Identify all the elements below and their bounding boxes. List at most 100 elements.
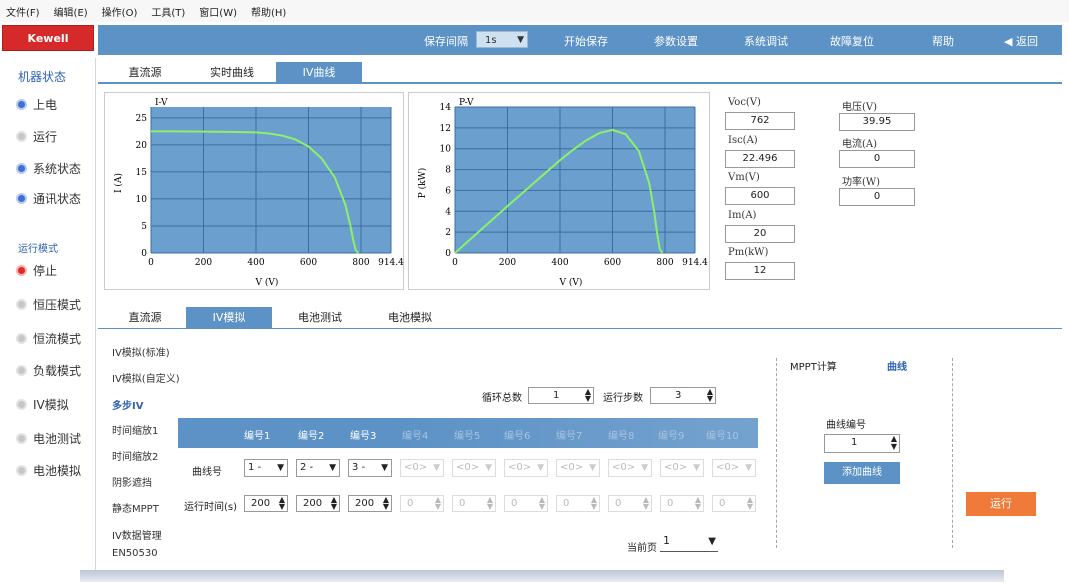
pv-x-axis-label: V (V) <box>559 277 583 288</box>
loop-total-spinner[interactable]: 1 ▲ ▼ <box>528 387 594 404</box>
menu-time-scale-2[interactable]: 时间缩放2 <box>112 448 158 463</box>
tab-battery-test[interactable]: 电池测试 <box>280 307 360 329</box>
iv-chart: 25 20 15 10 5 00 200 400 600 800 914.4 I-V V (V) I… <box>113 98 404 288</box>
tab-iv-sim[interactable]: IV模拟 <box>186 307 272 329</box>
save-interval-select[interactable]: 1s ▼ <box>476 31 528 48</box>
time-spinner-4[interactable]: 0 ▲ ▼ <box>400 495 444 512</box>
x-tick-label: 400 <box>551 258 568 268</box>
tab-iv-curve[interactable]: IV曲线 <box>276 62 362 84</box>
y-tick-label: 12 <box>440 124 451 134</box>
radio-icon <box>16 333 27 344</box>
run-steps-spinner[interactable]: 3 ▲ ▼ <box>650 387 716 404</box>
time-spinner-2[interactable]: 200 ▲ ▼ <box>296 495 340 512</box>
run-button[interactable]: 运行 <box>966 492 1036 516</box>
bottom-tabs: 直流源 IV模拟 电池测试 电池模拟 <box>98 307 1062 329</box>
chevron-down-icon: ▼ <box>589 463 596 473</box>
grid-header-cell: 编号10 <box>706 431 739 442</box>
mode-stop[interactable]: 停止 <box>16 262 57 279</box>
time-spinner-10[interactable]: 0 ▲ ▼ <box>712 495 756 512</box>
menu-file[interactable]: 文件(F) <box>6 4 40 19</box>
mode-cv[interactable]: 恒压模式 <box>16 296 81 313</box>
menu-edit[interactable]: 编辑(E) <box>54 4 88 19</box>
curve-select-1[interactable]: 1 - ▼ <box>244 459 288 477</box>
menu-en50530[interactable]: EN50530 <box>112 548 158 559</box>
spin-arrows-icon: ▲ ▼ <box>590 495 597 511</box>
time-spinner-7[interactable]: 0 ▲ ▼ <box>556 495 600 512</box>
time-spinner-9[interactable]: 0 ▲ ▼ <box>660 495 704 512</box>
mode-battery-sim[interactable]: 电池模拟 <box>16 462 81 479</box>
curve-select-2[interactable]: 2 - ▼ <box>296 459 340 477</box>
curve-no-spinner[interactable]: 1 ▲ ▼ <box>824 434 900 453</box>
tab-dc-source[interactable]: 直流源 <box>110 62 180 84</box>
pv-plot-area <box>455 107 695 253</box>
curve-select-9[interactable]: <0> ▼ <box>660 459 704 477</box>
menu-time-scale-1[interactable]: 时间缩放1 <box>112 422 158 437</box>
iv-chart-panel: 25 20 15 10 5 0 0 200 400 600 800 914.4 I-V V (V) I… <box>104 92 404 290</box>
curve-select-10[interactable]: <0> ▼ <box>712 459 756 477</box>
iv-plot-area <box>151 107 391 253</box>
x-tick-label: 400 <box>247 258 264 268</box>
current-page-select[interactable]: 1 ▼ <box>660 534 718 552</box>
menu-bar: 文件(F) 编辑(E) 操作(O) 工具(T) 窗口(W) 帮助(H) <box>0 0 1069 22</box>
tab-dc-source-2[interactable]: 直流源 <box>110 307 180 329</box>
y-tick-label: 2 <box>445 228 451 238</box>
time-spinner-3[interactable]: 200 ▲ ▼ <box>348 495 392 512</box>
spin-arrows-icon: ▲ ▼ <box>434 495 441 511</box>
menu-multi-step-iv[interactable]: 多步IV <box>112 397 143 412</box>
curve-select-7[interactable]: <0> ▼ <box>556 459 600 477</box>
time-spinner-8[interactable]: 0 ▲ ▼ <box>608 495 652 512</box>
y-tick-label: 0 <box>445 249 451 259</box>
curve-select-3[interactable]: 3 - ▼ <box>348 459 392 477</box>
status-dot-icon <box>16 163 27 174</box>
curve-select-5[interactable]: <0> ▼ <box>452 459 496 477</box>
time-spinner-5[interactable]: 0 ▲ ▼ <box>452 495 496 512</box>
menu-window[interactable]: 窗口(W) <box>199 4 237 19</box>
mppt-divider-right <box>952 358 953 548</box>
pm-label: Pm(kW) <box>728 247 769 258</box>
menu-help[interactable]: 帮助(H) <box>251 4 286 19</box>
menu-iv-custom[interactable]: IV模拟(自定义) <box>112 370 180 385</box>
time-spinner-6[interactable]: 0 ▲ ▼ <box>504 495 548 512</box>
y-tick-label: 14 <box>440 103 452 113</box>
mode-iv-sim[interactable]: IV模拟 <box>16 396 69 413</box>
menu-static-mppt[interactable]: 静态MPPT <box>112 500 159 515</box>
mode-cc[interactable]: 恒流模式 <box>16 330 81 347</box>
vm-value: 600 <box>725 187 795 205</box>
grid-header-cell: 编号3 <box>350 431 377 442</box>
tab-battery-sim[interactable]: 电池模拟 <box>370 307 450 329</box>
menu-tools[interactable]: 工具(T) <box>151 4 185 19</box>
save-interval-label: 保存间隔 <box>424 35 468 48</box>
vm-label: Vm(V) <box>728 172 760 183</box>
menu-iv-standard[interactable]: IV模拟(标准) <box>112 344 170 359</box>
y-tick-label: 0 <box>141 249 147 259</box>
curve-select-8[interactable]: <0> ▼ <box>608 459 652 477</box>
grid-header-cell: 编号1 <box>244 431 271 442</box>
isc-value: 22.496 <box>725 150 795 168</box>
chevron-down-icon: ▼ <box>708 536 716 547</box>
spin-arrows-icon: ▲ ▼ <box>890 434 897 451</box>
param-settings-button[interactable]: 参数设置 <box>654 33 698 49</box>
menu-operate[interactable]: 操作(O) <box>102 4 138 19</box>
help-button[interactable]: 帮助 <box>932 33 954 49</box>
y-tick-label: 20 <box>136 141 148 151</box>
tab-realtime-curve[interactable]: 实时曲线 <box>192 62 272 84</box>
system-debug-button[interactable]: 系统调试 <box>744 33 788 49</box>
menu-shading[interactable]: 阴影遮挡 <box>112 474 152 489</box>
start-save-button[interactable]: 开始保存 <box>564 33 608 49</box>
mppt-curve-link[interactable]: 曲线 <box>887 358 907 373</box>
menu-iv-data-mgmt[interactable]: IV数据管理 <box>112 527 162 542</box>
curve-select-6[interactable]: <0> ▼ <box>504 459 548 477</box>
current-label: 电流(A) <box>842 139 878 150</box>
fault-reset-button[interactable]: 故障复位 <box>830 33 874 49</box>
time-spinner-1[interactable]: 200 ▲ ▼ <box>244 495 288 512</box>
voltage-label: 电压(V) <box>842 102 878 113</box>
add-curve-button[interactable]: 添加曲线 <box>824 462 900 484</box>
mode-battery-test[interactable]: 电池测试 <box>16 430 81 447</box>
grid-header-cell: 编号8 <box>608 431 635 442</box>
current-value: 0 <box>839 150 915 168</box>
y-tick-label: 15 <box>136 168 148 178</box>
curve-select-4[interactable]: <0> ▼ <box>400 459 444 477</box>
back-button[interactable]: ◀ 返回 <box>1004 33 1038 49</box>
mode-load[interactable]: 负载模式 <box>16 362 81 379</box>
x-tick-label: 0 <box>452 258 458 268</box>
